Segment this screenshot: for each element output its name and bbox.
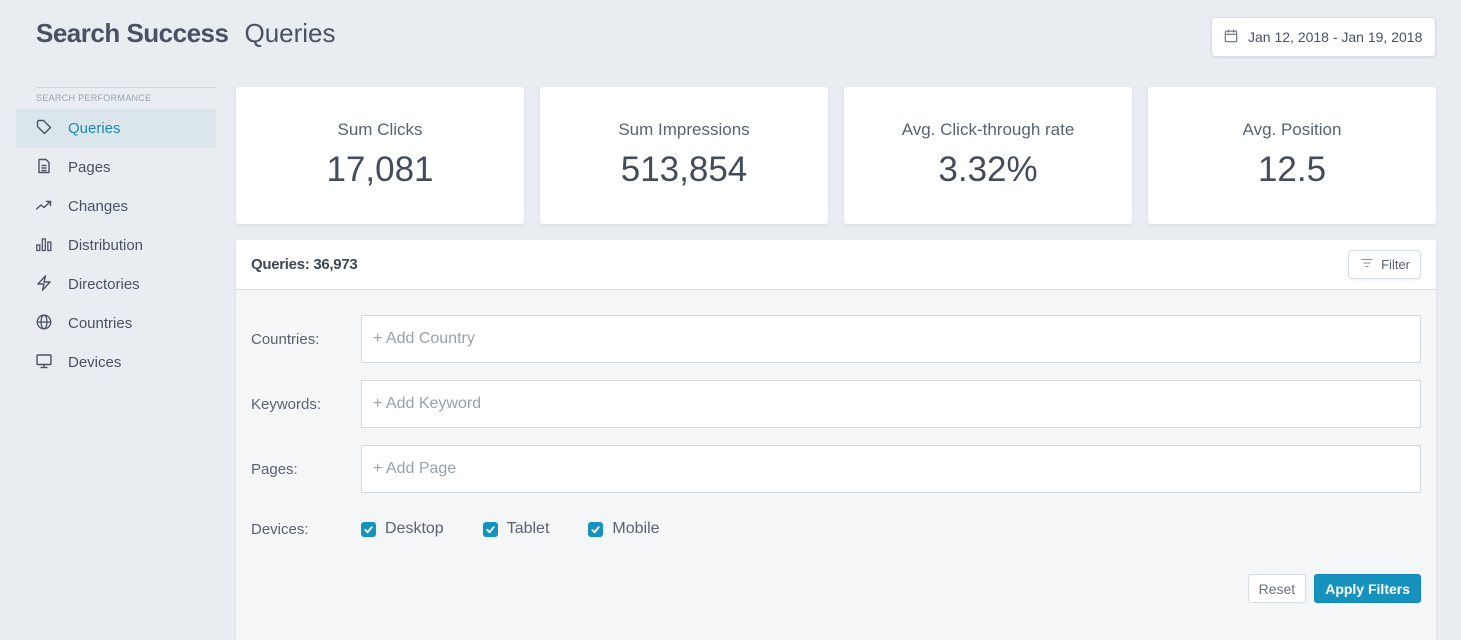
checkbox-checked-icon[interactable] [588,521,604,537]
tag-icon [36,119,52,139]
device-checkbox-mobile[interactable]: Mobile [588,520,660,538]
date-range-label: Jan 12, 2018 - Jan 19, 2018 [1248,29,1423,45]
countries-placeholder: + Add Country [373,330,475,347]
header: Search Success Queries [36,18,336,49]
devices-checkboxes: Desktop Tablet Mobile [361,520,699,538]
sidebar-item-pages[interactable]: Pages [16,148,216,187]
pages-input[interactable]: + Add Page [361,445,1421,493]
pages-label: Pages: [251,460,298,478]
filter-button[interactable]: Filter [1348,250,1421,279]
lightning-icon [36,274,52,295]
sidebar-item-countries[interactable]: Countries [16,304,216,343]
device-checkbox-tablet[interactable]: Tablet [482,520,550,538]
sidebar-item-directories[interactable]: Directories [16,265,216,304]
sidebar-item-label: Changes [68,198,129,215]
checkbox-label: Tablet [506,520,550,537]
countries-row: Countries: + Add Country [251,315,1421,363]
metric-card-ctr: Avg. Click-through rate 3.32% [844,87,1132,224]
filter-lines-icon [1361,257,1373,272]
reset-button[interactable]: Reset [1247,574,1307,603]
sidebar-item-label: Devices [68,354,122,371]
filter-actions: Reset Apply Filters [1247,574,1421,603]
keywords-label: Keywords: [251,395,322,413]
metric-value: 3.32% [938,150,1038,189]
keywords-placeholder: + Add Keyword [373,395,482,412]
metric-label: Sum Clicks [337,120,423,139]
sidebar-item-queries[interactable]: Queries [16,109,216,148]
metric-value: 513,854 [620,150,748,189]
metric-card-clicks: Sum Clicks 17,081 [236,87,524,224]
bar-chart-icon [36,236,52,256]
metric-cards: Sum Clicks 17,081 Sum Impressions 513,85… [236,87,1436,224]
app-brand: Search Success [36,18,229,48]
panel-title: Queries: 36,973 [251,256,358,273]
metric-card-position: Avg. Position 12.5 [1148,87,1436,224]
date-range-button[interactable]: Jan 12, 2018 - Jan 19, 2018 [1211,17,1436,57]
document-icon [36,158,52,178]
sidebar-item-devices[interactable]: Devices [16,343,216,382]
checkbox-label: Desktop [385,520,444,537]
metric-label: Avg. Position [1242,120,1342,139]
filter-button-label: Filter [1381,257,1410,272]
checkbox-checked-icon[interactable] [482,521,498,537]
metric-value: 12.5 [1257,150,1327,189]
sidebar-item-changes[interactable]: Changes [16,187,216,226]
metric-card-impressions: Sum Impressions 513,854 [540,87,828,224]
countries-input[interactable]: + Add Country [361,315,1421,363]
keywords-input[interactable]: + Add Keyword [361,380,1421,428]
monitor-icon [36,353,52,373]
sidebar-item-label: Countries [68,315,133,332]
sidebar-item-label: Queries [68,120,121,137]
panel-header: Queries: 36,973 Filter [236,240,1436,290]
metric-label: Sum Impressions [618,120,750,139]
sidebar: SEARCH PERFORMANCE Queries Pages Changes… [16,87,216,382]
page-title: Queries [244,18,336,48]
metric-value: 17,081 [326,150,434,189]
queries-panel: Queries: 36,973 Filter Countries: + Add … [236,240,1436,640]
metric-label: Avg. Click-through rate [901,120,1075,139]
device-checkbox-desktop[interactable]: Desktop [361,520,444,538]
checkbox-checked-icon[interactable] [361,521,376,537]
devices-label: Devices: [251,520,309,538]
globe-icon [36,314,52,334]
apply-filters-button[interactable]: Apply Filters [1314,574,1421,603]
calendar-icon [1224,28,1238,46]
devices-row: Devices: Desktop Tablet Mobile [251,520,699,538]
sidebar-item-label: Pages [68,159,111,176]
pages-placeholder: + Add Page [373,460,457,477]
checkbox-label: Mobile [612,520,660,537]
pages-row: Pages: + Add Page [251,445,1421,493]
keywords-row: Keywords: + Add Keyword [251,380,1421,428]
sidebar-item-label: Distribution [68,237,144,254]
sidebar-item-label: Directories [68,276,140,293]
sidebar-section-label: SEARCH PERFORMANCE [36,93,152,103]
sidebar-item-distribution[interactable]: Distribution [16,226,216,265]
trending-up-icon [35,197,52,217]
countries-label: Countries: [251,330,320,348]
